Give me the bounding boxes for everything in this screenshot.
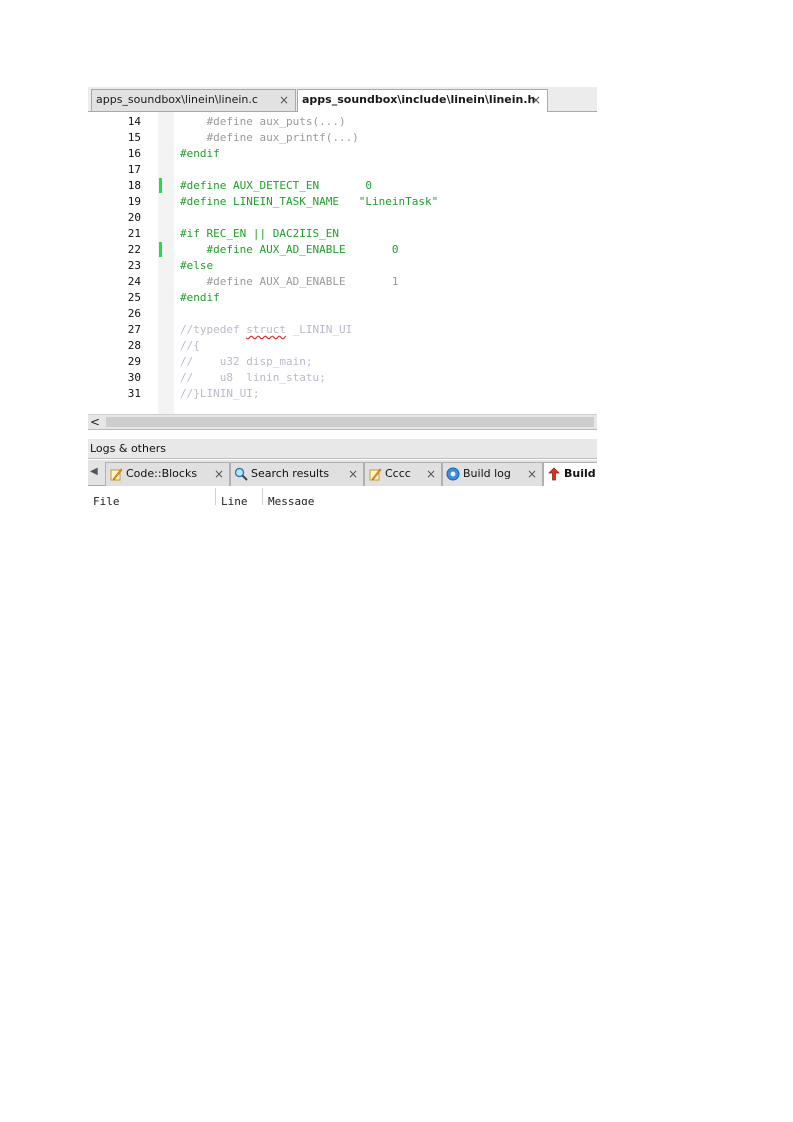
cccc-icon — [369, 468, 382, 481]
code-line: 18 #define AUX_DETECT_EN 0 — [88, 178, 597, 193]
tab-build-log[interactable]: Build log × — [442, 462, 543, 486]
code-line: 29 // u32 disp_main; — [88, 354, 597, 369]
column-message[interactable]: Message — [268, 495, 314, 505]
horizontal-scrollbar[interactable]: < — [88, 414, 597, 430]
editor-tab-bar: apps_soundbox\linein\linein.c × apps_sou… — [88, 87, 597, 112]
tab-label: apps_soundbox\linein\linein.c — [96, 93, 258, 106]
spellcheck-underline: struct — [246, 323, 286, 336]
tab-label: Code::Blocks — [126, 467, 198, 480]
line-number: 28 — [127, 339, 141, 352]
scroll-left-icon[interactable]: < — [90, 415, 100, 429]
code-text: // u32 disp_main; — [180, 355, 313, 368]
logs-panel-title: Logs & others — [88, 439, 597, 459]
code-blocks-icon — [110, 468, 123, 481]
column-divider[interactable] — [262, 488, 263, 505]
code-text: #define aux_puts(...) — [180, 115, 346, 128]
code-line: 24 #define AUX_AD_ENABLE 1 — [88, 274, 597, 289]
build-messages-header: File Line Message — [88, 486, 597, 505]
build-messages-icon — [548, 467, 560, 481]
tab-cccc[interactable]: Cccc × — [364, 462, 442, 486]
code-text: #define AUX_DETECT_EN 0 — [180, 179, 373, 192]
scrollbar-thumb[interactable] — [106, 417, 594, 427]
build-log-icon — [446, 467, 460, 481]
line-number: 24 — [127, 275, 141, 288]
line-number: 25 — [127, 291, 141, 304]
code-line: 31 //}LININ_UI; — [88, 386, 597, 401]
column-file[interactable]: File — [93, 495, 120, 505]
code-line: 15 #define aux_printf(...) — [88, 130, 597, 145]
tab-scroll-left-icon[interactable]: ◀ — [90, 466, 98, 477]
line-number: 27 — [127, 323, 141, 336]
line-number: 26 — [127, 307, 141, 320]
column-divider[interactable] — [215, 488, 216, 505]
code-text: #endif — [180, 147, 220, 160]
line-number: 30 — [127, 371, 141, 384]
code-line: 23 #else — [88, 258, 597, 273]
close-icon[interactable]: × — [279, 90, 289, 110]
codeblocks-window: apps_soundbox\linein\linein.c × apps_sou… — [88, 87, 597, 505]
code-line: 26 — [88, 306, 597, 321]
line-number: 17 — [127, 163, 141, 176]
tab-linein-h[interactable]: apps_soundbox\include\linein\linein.h × — [297, 89, 548, 112]
close-icon[interactable]: × — [531, 90, 541, 110]
tab-label: apps_soundbox\include\linein\linein.h — [302, 93, 536, 106]
code-text: //{ — [180, 339, 200, 352]
line-number: 21 — [127, 227, 141, 240]
code-line: 30 // u8 linin_statu; — [88, 370, 597, 385]
changed-line-marker — [159, 242, 162, 257]
line-number: 19 — [127, 195, 141, 208]
line-number: 15 — [127, 131, 141, 144]
close-icon[interactable]: × — [426, 463, 436, 485]
logs-tab-bar: ◀ Code::Blocks × Search results × Cccc × — [88, 460, 597, 486]
code-line: 25 #endif — [88, 290, 597, 305]
line-number: 31 — [127, 387, 141, 400]
code-line: 21 #if REC_EN || DAC2IIS_EN — [88, 226, 597, 241]
line-number: 14 — [127, 115, 141, 128]
code-line: 17 — [88, 162, 597, 177]
search-icon — [234, 467, 248, 481]
code-text: //typedef struct _LININ_UI — [180, 323, 353, 336]
code-line: 22 #define AUX_AD_ENABLE 0 — [88, 242, 597, 257]
code-text: #if REC_EN || DAC2IIS_EN — [180, 227, 339, 240]
code-text: #else — [180, 259, 214, 272]
tab-label: Build — [564, 467, 596, 480]
tab-label: Build log — [463, 467, 511, 480]
code-text: //}LININ_UI; — [180, 387, 260, 400]
code-line: 27 //typedef struct _LININ_UI — [88, 322, 597, 337]
code-line: 16 #endif — [88, 146, 597, 161]
tab-code-blocks[interactable]: Code::Blocks × — [105, 462, 230, 486]
tab-build-messages[interactable]: Build — [543, 462, 597, 486]
line-number: 22 — [127, 243, 141, 256]
code-line: 19 #define LINEIN_TASK_NAME "LineinTask" — [88, 194, 597, 209]
code-line: 28 //{ — [88, 338, 597, 353]
tab-linein-c[interactable]: apps_soundbox\linein\linein.c × — [91, 89, 296, 111]
code-text: #define LINEIN_TASK_NAME "LineinTask" — [180, 195, 439, 208]
line-number: 29 — [127, 355, 141, 368]
line-number: 18 — [127, 179, 141, 192]
column-line[interactable]: Line — [221, 495, 248, 505]
code-text: #endif — [180, 291, 220, 304]
changed-line-marker — [159, 178, 162, 193]
code-text: // u8 linin_statu; — [180, 371, 326, 384]
tab-label: Cccc — [385, 467, 411, 480]
close-icon[interactable]: × — [348, 463, 358, 485]
code-text: #define AUX_AD_ENABLE 0 — [180, 243, 399, 256]
line-number: 23 — [127, 259, 141, 272]
line-number: 16 — [127, 147, 141, 160]
tab-search-results[interactable]: Search results × — [230, 462, 364, 486]
line-number: 20 — [127, 211, 141, 224]
code-line: 14 #define aux_puts(...) — [88, 114, 597, 129]
close-icon[interactable]: × — [214, 463, 224, 485]
code-text: #define AUX_AD_ENABLE 1 — [180, 275, 399, 288]
tab-label: Search results — [251, 467, 330, 480]
code-line: 20 — [88, 210, 597, 225]
close-icon[interactable]: × — [527, 463, 537, 485]
code-text: #define aux_printf(...) — [180, 131, 359, 144]
code-editor[interactable]: 14 #define aux_puts(...) 15 #define aux_… — [88, 112, 597, 414]
